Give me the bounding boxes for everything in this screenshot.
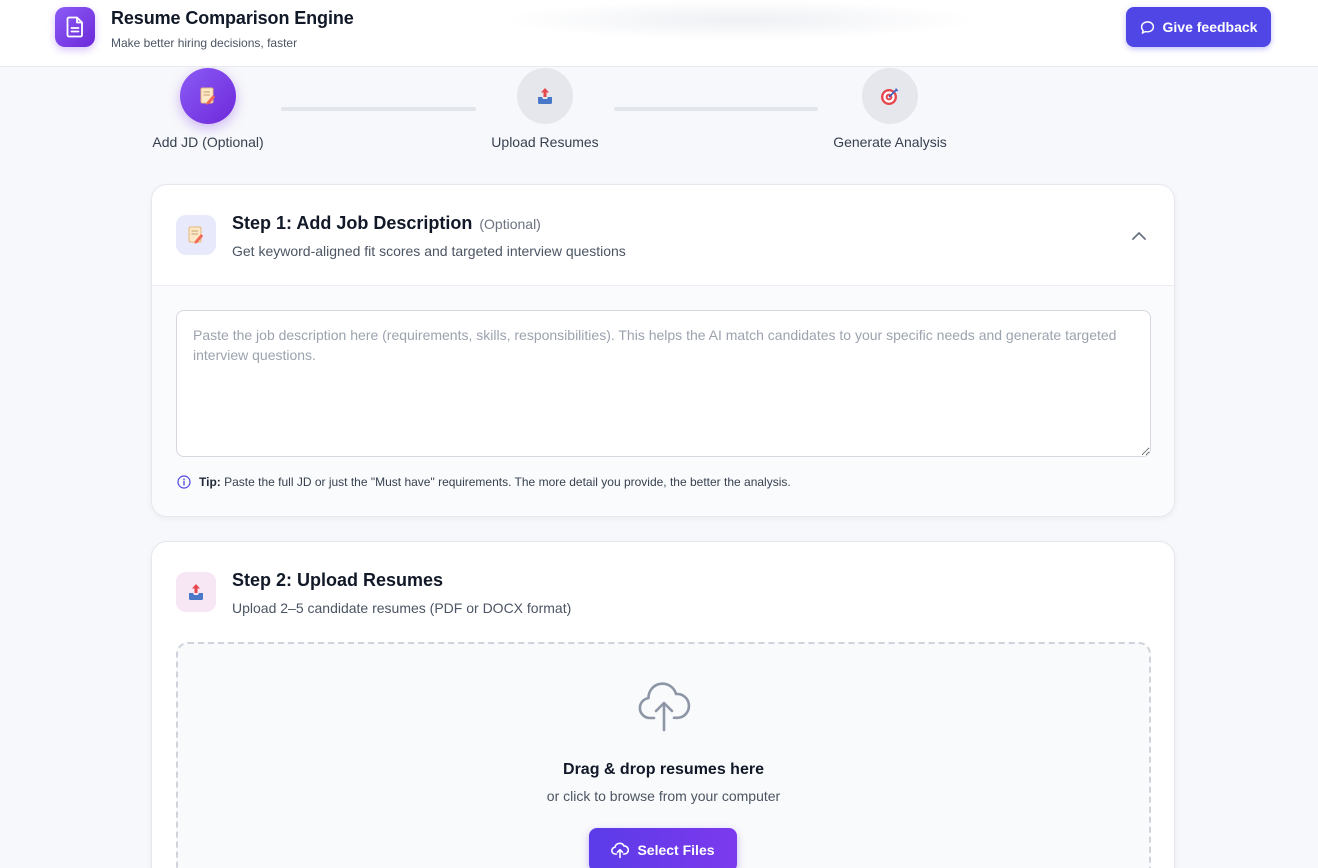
step1-description: Get keyword-aligned fit scores and targe… bbox=[232, 243, 626, 259]
collapse-button[interactable] bbox=[1128, 225, 1150, 247]
app-header: Resume Comparison Engine Make better hir… bbox=[0, 0, 1318, 67]
step-label: Upload Resumes bbox=[491, 134, 599, 150]
give-feedback-button[interactable]: Give feedback bbox=[1126, 7, 1271, 47]
stepper-connector bbox=[281, 107, 476, 111]
info-icon bbox=[177, 475, 191, 489]
job-description-textarea[interactable] bbox=[176, 310, 1151, 457]
step-upload-resumes[interactable] bbox=[517, 68, 573, 124]
dropzone-subtitle: or click to browse from your computer bbox=[546, 788, 781, 804]
step-generate-analysis[interactable] bbox=[862, 68, 918, 124]
card-icon bbox=[176, 215, 216, 255]
tip-row: Tip: Paste the full JD or just the "Must… bbox=[177, 475, 791, 489]
step-label: Add JD (Optional) bbox=[152, 134, 264, 150]
inbox-upload-icon bbox=[538, 88, 552, 104]
tip-body: Paste the full JD or just the "Must have… bbox=[224, 475, 791, 489]
step2-title: Step 2: Upload Resumes bbox=[232, 570, 444, 590]
chat-bubble-icon bbox=[1140, 20, 1154, 34]
document-icon bbox=[66, 16, 83, 38]
select-files-button[interactable]: Select Files bbox=[589, 828, 737, 868]
chevron-up-icon bbox=[1132, 232, 1146, 240]
give-feedback-label: Give feedback bbox=[1162, 19, 1258, 35]
stepper-connector bbox=[614, 107, 818, 111]
memo-icon bbox=[188, 226, 204, 244]
step2-description: Upload 2–5 candidate resumes (PDF or DOC… bbox=[232, 600, 572, 616]
card-icon bbox=[176, 572, 216, 612]
app-logo bbox=[55, 7, 95, 47]
memo-icon bbox=[200, 87, 216, 105]
select-files-label: Select Files bbox=[637, 842, 715, 858]
dropzone-title: Drag & drop resumes here bbox=[563, 761, 764, 778]
step-add-jd[interactable] bbox=[180, 68, 236, 124]
app-title: Resume Comparison Engine bbox=[111, 8, 354, 28]
job-description-card: Step 1: Add Job Description (Optional) G… bbox=[151, 184, 1175, 517]
tip-text: Tip: Paste the full JD or just the "Must… bbox=[199, 475, 791, 489]
header-glow bbox=[500, 0, 980, 40]
upload-resumes-card: Step 2: Upload Resumes Upload 2–5 candid… bbox=[151, 541, 1175, 868]
divider bbox=[152, 285, 1174, 286]
app-subtitle: Make better hiring decisions, faster bbox=[111, 36, 298, 50]
target-icon bbox=[881, 87, 899, 105]
inbox-upload-icon bbox=[189, 584, 203, 600]
cloud-upload-icon bbox=[638, 682, 691, 732]
step-label: Generate Analysis bbox=[833, 134, 947, 150]
optional-tag: (Optional) bbox=[479, 216, 541, 232]
step1-title-text: Step 1: Add Job Description bbox=[232, 213, 473, 233]
cloud-upload-icon bbox=[611, 842, 630, 859]
resume-dropzone[interactable]: Drag & drop resumes here or click to bro… bbox=[176, 642, 1151, 868]
step1-title: Step 1: Add Job Description (Optional) bbox=[232, 213, 541, 234]
tip-label: Tip: bbox=[199, 475, 221, 489]
